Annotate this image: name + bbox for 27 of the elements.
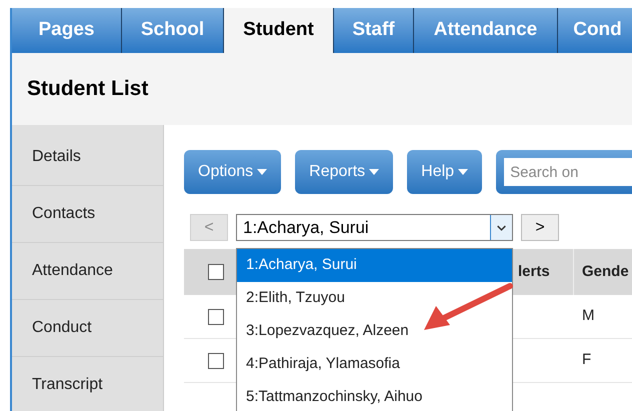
sidebar-item[interactable]: Attendance [12,243,163,300]
sidebar-item[interactable]: Transcript [12,357,163,411]
menu-button[interactable]: Options [184,150,282,194]
caret-icon [369,169,380,175]
caret-icon [458,169,468,175]
dropdown-option[interactable]: 4:Pathiraja, Ylamasofia [237,348,512,381]
checkbox[interactable] [208,264,224,280]
table-cell-text: M [581,306,594,326]
chevron-down-icon [490,215,512,240]
column-header: lerts [518,249,574,295]
search-field[interactable]: Search on [504,158,632,186]
dropdown-option[interactable]: 5:Tattmanzochinsky, Aihuo [237,381,512,411]
page-title: Student List [27,76,148,102]
checkbox[interactable] [208,352,224,368]
dropdown-option[interactable]: 2:Elith, Tzuyou [237,282,512,315]
student-select[interactable]: 1:Acharya, Surui [236,214,513,241]
dropdown-option[interactable]: 3:Lopezvazquez, Alzeen [237,315,512,348]
column-header: Gende [581,262,629,282]
checkbox[interactable] [208,308,224,324]
next-button[interactable]: > [521,214,559,241]
dropdown-option[interactable]: 1:Acharya, Surui [237,249,512,282]
sidebar-item[interactable]: Conduct [12,300,163,357]
sidebar-item[interactable]: Details [12,129,163,186]
sidebar-item[interactable]: Contacts [12,186,163,243]
table-cell-text: F [581,350,592,370]
caret-icon [257,169,268,175]
nav-tab[interactable]: Student [224,8,334,53]
